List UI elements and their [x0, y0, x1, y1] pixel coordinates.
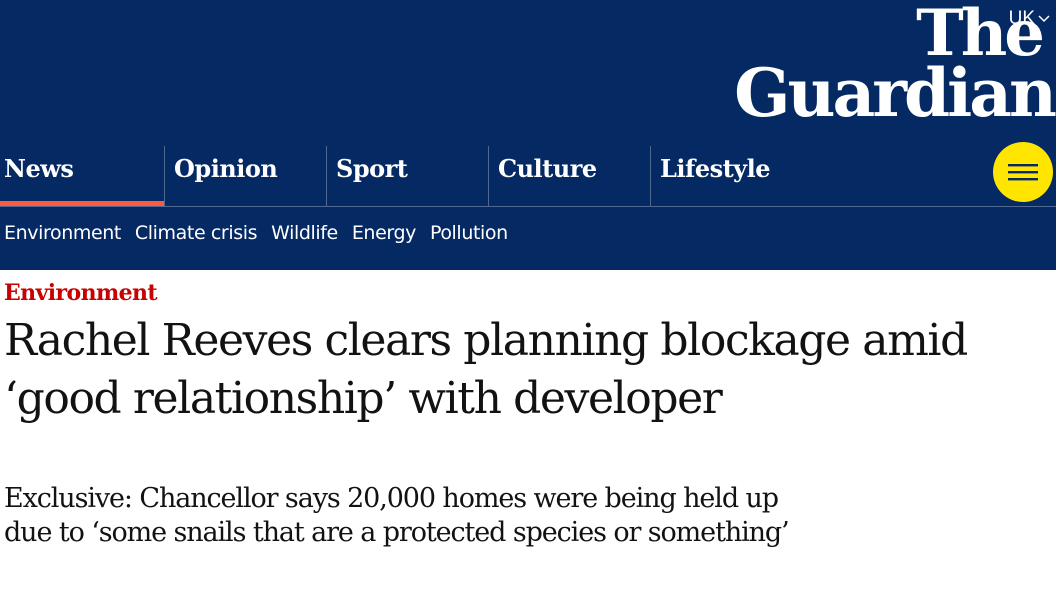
section-label[interactable]: Environment: [4, 280, 158, 306]
article-headline: Rachel Reeves clears planning blockage a…: [4, 315, 968, 424]
pillar-culture[interactable]: Culture: [488, 146, 650, 206]
pillar-nav: News Opinion Sport Culture Lifestyle: [0, 146, 1056, 206]
subnav: Environment Climate crisis Wildlife Ener…: [4, 222, 522, 244]
subnav-item-environment[interactable]: Environment: [4, 222, 121, 244]
pillar-sport[interactable]: Sport: [326, 146, 488, 206]
subnav-item-pollution[interactable]: Pollution: [430, 222, 508, 244]
hamburger-menu-icon: [1008, 164, 1038, 181]
menu-button[interactable]: [993, 142, 1053, 202]
subnav-item-climate-crisis[interactable]: Climate crisis: [135, 222, 258, 244]
subnav-item-wildlife[interactable]: Wildlife: [271, 222, 338, 244]
pillar-news[interactable]: News: [0, 146, 164, 206]
guardian-logo[interactable]: The Guardian: [734, 0, 1056, 132]
subnav-item-energy[interactable]: Energy: [352, 222, 417, 244]
logo-line-guardian: Guardian: [734, 54, 1056, 132]
site-header: UK The Guardian News Opinion Sport Cultu…: [0, 0, 1056, 270]
nav-divider: [0, 206, 1056, 207]
article-standfirst: Exclusive: Chancellor says 20,000 homes …: [4, 483, 790, 548]
pillar-lifestyle[interactable]: Lifestyle: [650, 146, 830, 206]
pillar-opinion[interactable]: Opinion: [164, 146, 326, 206]
